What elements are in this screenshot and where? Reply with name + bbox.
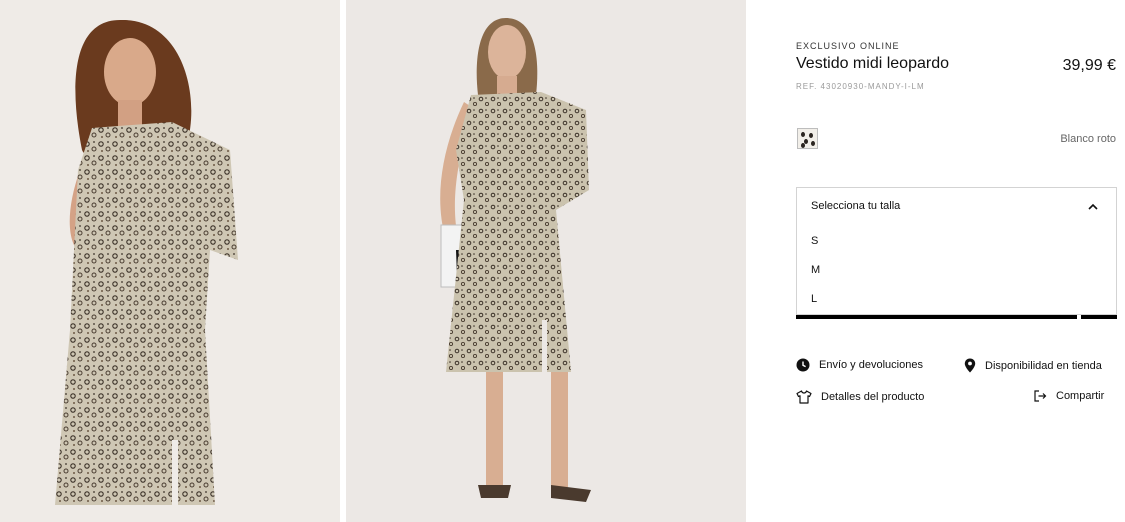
size-option-m[interactable]: M bbox=[811, 264, 820, 276]
selected-color-name: Blanco roto bbox=[1060, 133, 1116, 145]
store-availability-link[interactable]: Disponibilidad en tienda bbox=[964, 358, 1102, 373]
share-link[interactable]: Compartir bbox=[1034, 390, 1104, 402]
product-price: 39,99 € bbox=[1062, 57, 1116, 74]
wishlist-button[interactable] bbox=[1081, 315, 1117, 319]
store-availability-label: Disponibilidad en tienda bbox=[985, 359, 1102, 372]
color-swatch-leopard[interactable] bbox=[797, 128, 818, 149]
product-title: Vestido midi leopardo bbox=[796, 55, 949, 72]
product-reference: REF. 43020930-MANDY-I-LM bbox=[796, 82, 925, 91]
online-exclusive-label: EXCLUSIVO ONLINE bbox=[796, 41, 900, 51]
size-dropdown-label: Selecciona tu talla bbox=[811, 200, 901, 212]
product-info-panel: EXCLUSIVO ONLINE Vestido midi leopardo 3… bbox=[796, 0, 1118, 522]
share-exit-icon bbox=[1034, 390, 1047, 402]
size-option-l[interactable]: L bbox=[811, 293, 817, 305]
clock-icon bbox=[796, 358, 810, 372]
model-photo-illustration bbox=[0, 0, 340, 522]
size-option-s[interactable]: S bbox=[811, 235, 818, 247]
product-details-label: Detalles del producto bbox=[821, 391, 925, 403]
location-pin-icon bbox=[964, 358, 976, 373]
product-photo-full[interactable] bbox=[346, 0, 746, 522]
share-label: Compartir bbox=[1056, 390, 1105, 402]
add-to-bag-button[interactable] bbox=[796, 315, 1077, 319]
shipping-returns-label: Envío y devoluciones bbox=[819, 359, 923, 371]
tshirt-icon bbox=[796, 390, 812, 404]
size-dropdown[interactable]: Selecciona tu talla S M L bbox=[796, 187, 1117, 315]
shipping-returns-link[interactable]: Envío y devoluciones bbox=[796, 358, 923, 372]
product-details-link[interactable]: Detalles del producto bbox=[796, 390, 924, 404]
model-photo-illustration bbox=[346, 0, 746, 522]
chevron-up-icon[interactable] bbox=[1088, 203, 1098, 211]
product-photo-front[interactable] bbox=[0, 0, 340, 522]
